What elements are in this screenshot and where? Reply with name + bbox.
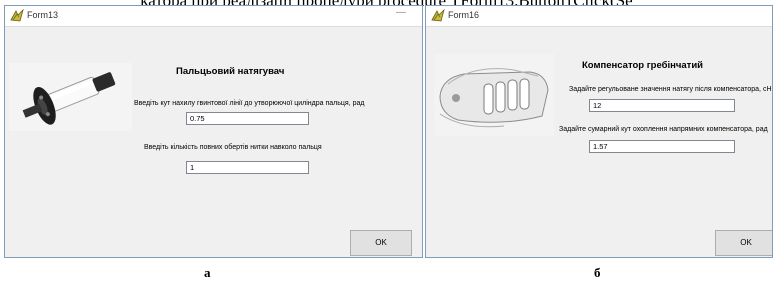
form16-window: Form16 Компенсатор гребінчатий Задайте р… bbox=[425, 5, 773, 258]
delphi-app-icon bbox=[10, 9, 24, 22]
form-heading: Пальцьовий натягувач bbox=[176, 66, 285, 77]
wrap-angle-label: Задайте сумарний кут охоплення напрямних… bbox=[559, 126, 768, 133]
title-bar[interactable]: Form13 — bbox=[5, 6, 422, 27]
form13-window: Form13 — Пальцьовий натягувач Введіть ку… bbox=[4, 5, 423, 258]
window-title: Form16 bbox=[448, 10, 480, 20]
ok-button[interactable]: OK bbox=[715, 230, 772, 256]
tension-label: Задайте регульоване значення натягу післ… bbox=[569, 86, 772, 93]
minimize-icon[interactable]: — bbox=[394, 8, 408, 20]
wrap-angle-input[interactable]: 1.57 bbox=[589, 140, 735, 153]
turns-label: Введіть кількість повних обертів нитки н… bbox=[144, 144, 322, 151]
delphi-app-icon bbox=[431, 9, 445, 22]
ok-button[interactable]: OK bbox=[350, 230, 412, 256]
form-heading: Компенсатор гребінчатий bbox=[582, 60, 704, 71]
turns-input[interactable]: 1 bbox=[186, 161, 309, 174]
window-title: Form13 bbox=[27, 10, 59, 20]
tension-input[interactable]: 12 bbox=[589, 99, 735, 112]
comb-compensator-image bbox=[434, 54, 554, 136]
figure-caption-a: а bbox=[204, 265, 211, 280]
angle-input[interactable]: 0.75 bbox=[186, 112, 309, 125]
angle-label: Введіть кут нахилу гвинтової лінії до ут… bbox=[134, 100, 365, 107]
title-bar[interactable]: Form16 bbox=[426, 6, 772, 27]
finger-tensioner-image bbox=[9, 63, 132, 131]
figure-caption-b: б bbox=[594, 265, 601, 280]
